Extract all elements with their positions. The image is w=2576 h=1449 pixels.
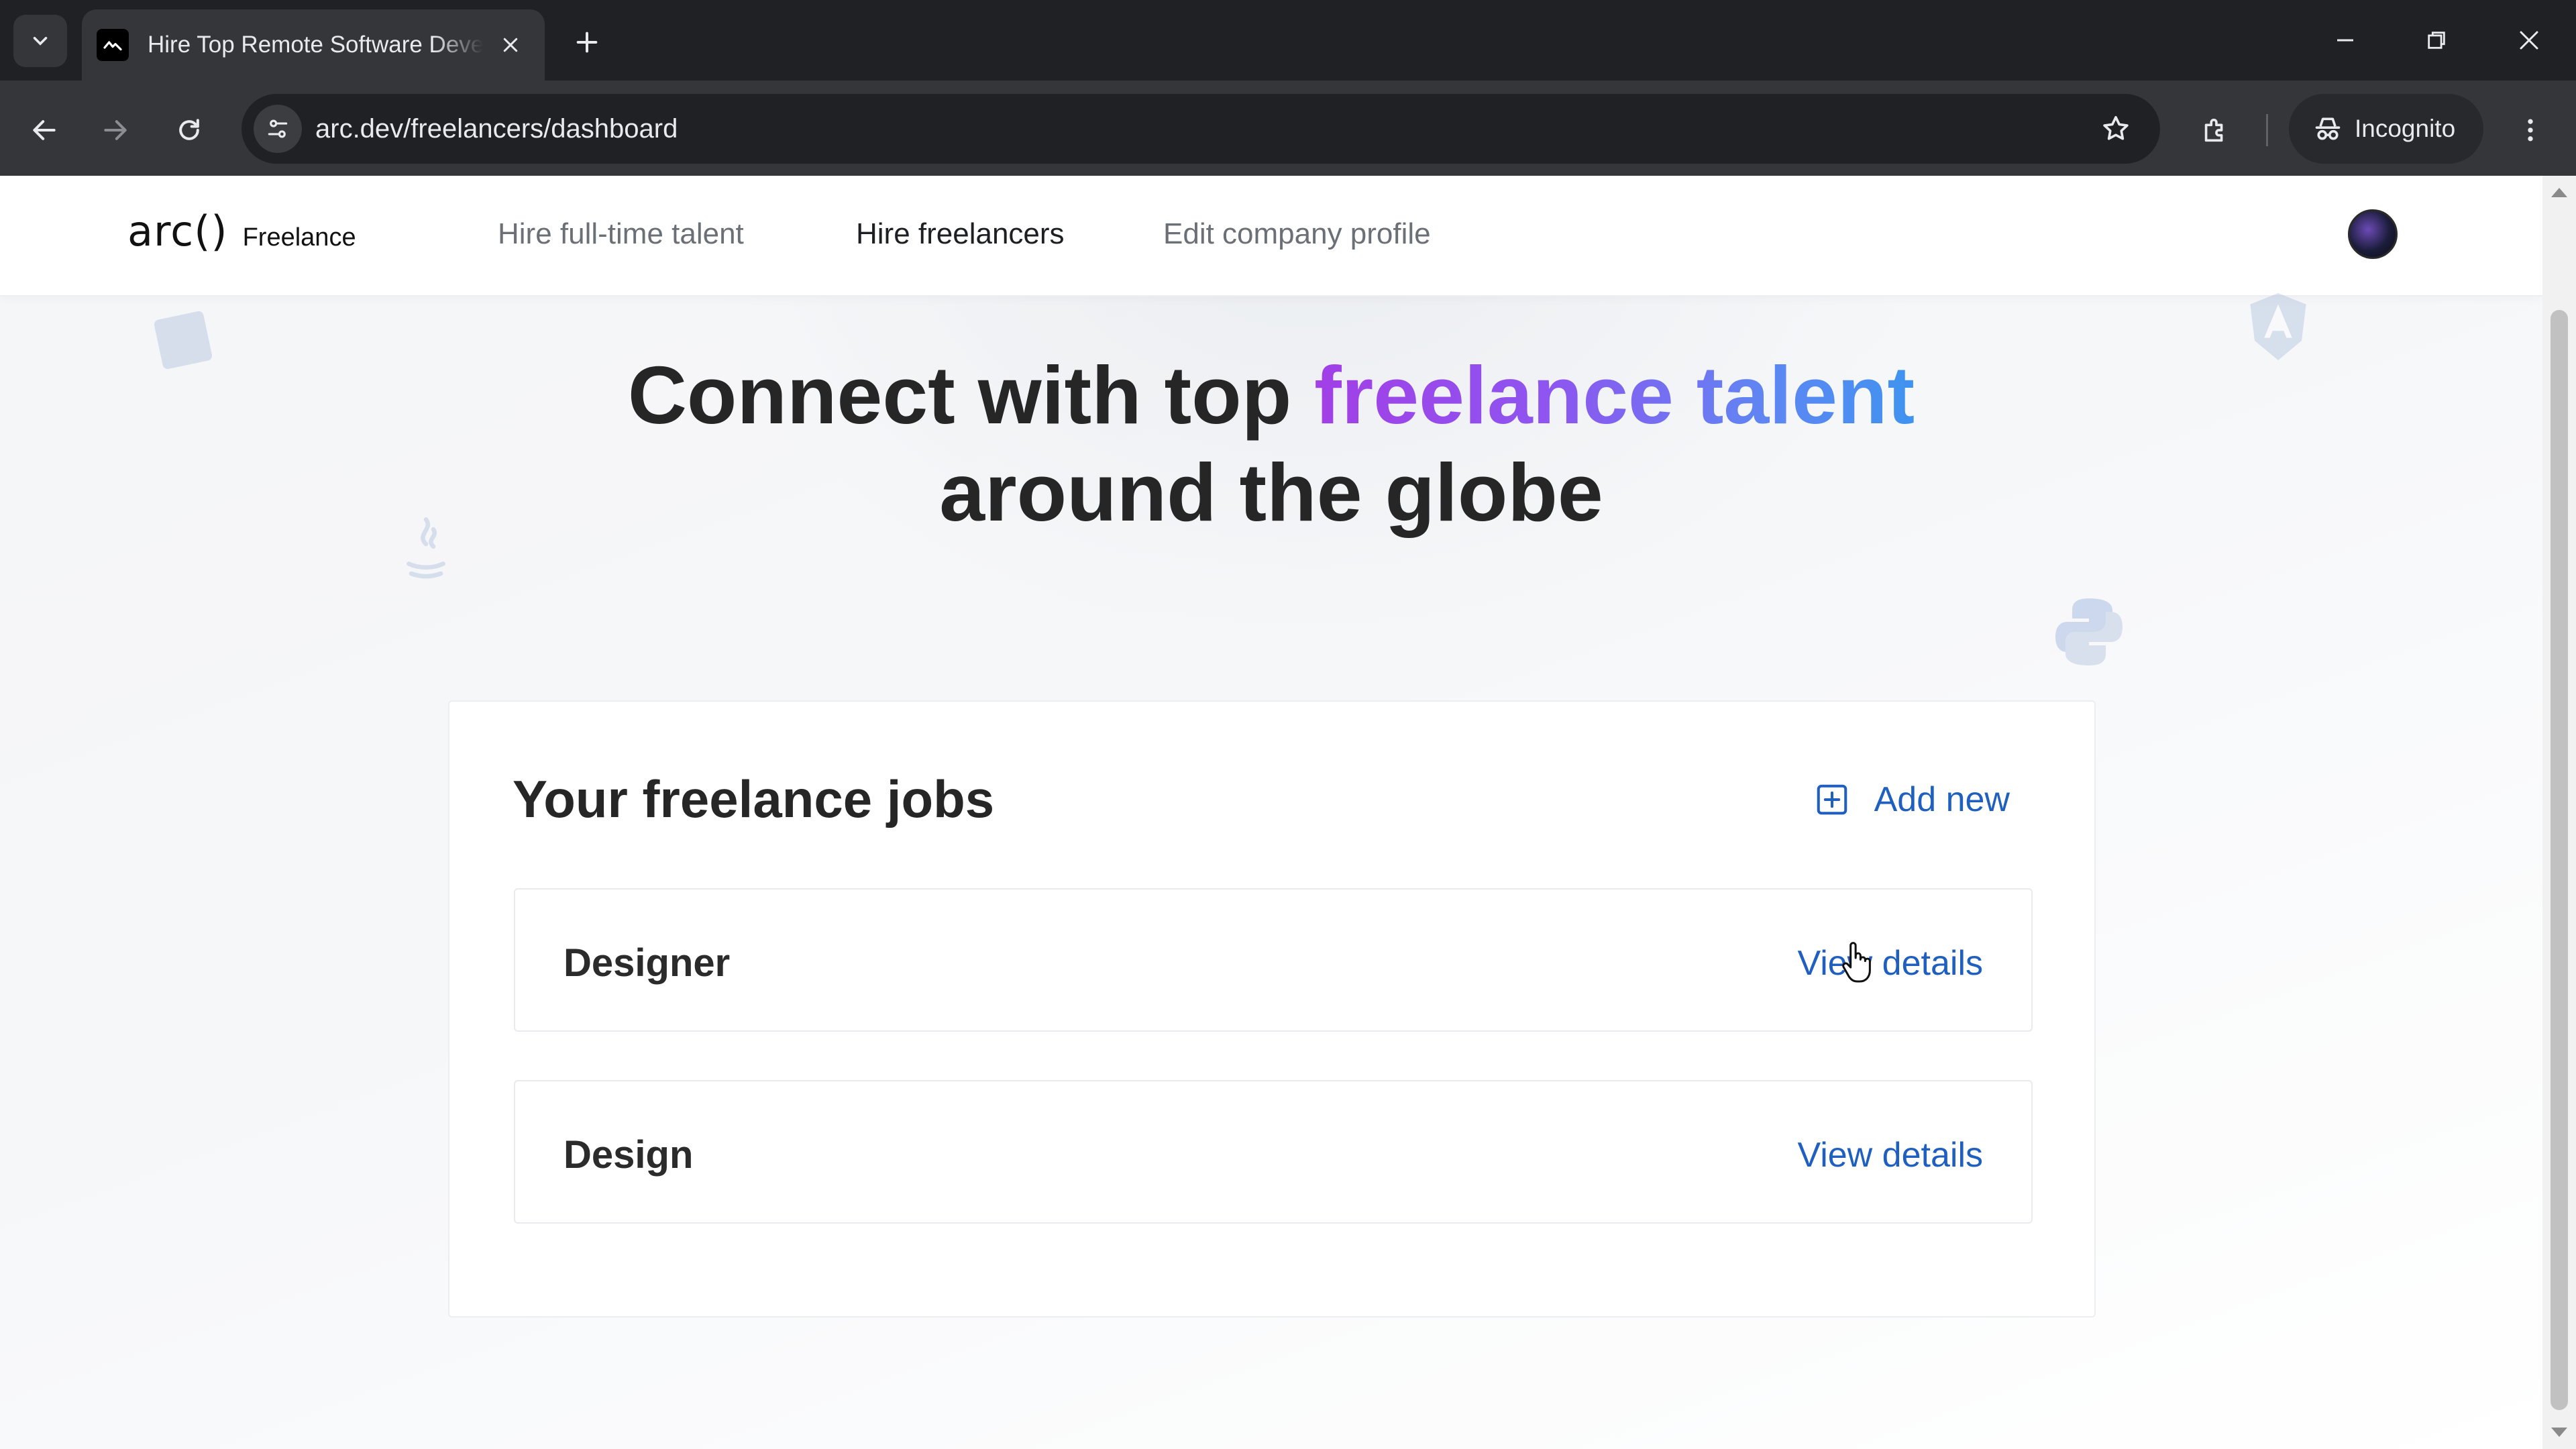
browser-toolbar: arc.dev/freelancers/dashboard Incognito: [0, 80, 2576, 176]
extensions-button[interactable]: [2188, 103, 2242, 157]
hero-highlight: freelance talent: [1314, 350, 1915, 441]
job-title: Designer: [564, 941, 731, 985]
add-new-label: Add new: [1874, 780, 2010, 819]
star-icon: [2103, 115, 2129, 140]
hero-line-1-prefix: Connect with top: [627, 350, 1315, 441]
scroll-down-arrow-icon[interactable]: [2551, 1428, 2567, 1437]
freelance-jobs-card: Your freelance jobs Add new Designer Vie…: [448, 700, 2096, 1318]
logo-mark: arc(): [127, 207, 228, 256]
job-item: Design View details: [514, 1080, 2033, 1224]
nav-hire-freelancers[interactable]: Hire freelancers: [856, 217, 1065, 251]
more-vert-icon: [2528, 119, 2533, 142]
tune-icon: [268, 119, 288, 138]
hand-cursor-icon: [1842, 942, 1871, 983]
page-viewport: arc() Freelance Hire full-time talent Hi…: [0, 176, 2542, 1449]
tab-title: Hire Top Remote Software Developers: [148, 32, 483, 58]
job-title: Design: [564, 1133, 694, 1177]
reload-icon: [179, 119, 199, 140]
browser-menu-button[interactable]: [2504, 103, 2557, 157]
arrow-right-icon: [104, 120, 127, 140]
site-logo[interactable]: arc() Freelance: [127, 207, 356, 256]
view-details-link[interactable]: View details: [1797, 943, 1983, 983]
incognito-label: Incognito: [2355, 115, 2456, 142]
python-icon: [2055, 598, 2123, 665]
toolbar-divider: [2266, 114, 2268, 146]
nav-hire-full-time[interactable]: Hire full-time talent: [498, 217, 744, 251]
browser-tab[interactable]: Hire Top Remote Software Developers: [82, 9, 545, 80]
hero-line-2: around the globe: [939, 447, 1603, 538]
incognito-profile-button[interactable]: Incognito: [2289, 94, 2483, 164]
hero-heading: Connect with top freelance talent around…: [0, 347, 2542, 541]
puzzle-icon: [2204, 118, 2223, 142]
arc-favicon-icon: [97, 29, 129, 61]
job-item: Designer View details: [514, 888, 2033, 1032]
close-icon: [2520, 31, 2538, 50]
minimize-button[interactable]: [2305, 12, 2385, 68]
incognito-icon: [2315, 117, 2341, 140]
arrow-left-icon: [33, 120, 56, 140]
hero-line-1: Connect with top freelance talent: [0, 347, 2542, 444]
back-button[interactable]: [17, 103, 71, 157]
add-box-icon: [1817, 784, 1847, 815]
avatar[interactable]: [2348, 209, 2398, 259]
site-info-button[interactable]: [254, 105, 302, 153]
new-tab-button[interactable]: [565, 20, 609, 64]
url-text: arc.dev/freelancers/dashboard: [315, 114, 678, 144]
chevron-down-icon: [33, 36, 48, 46]
plus-icon: [576, 32, 598, 53]
page-scrollbar[interactable]: [2542, 176, 2576, 1449]
card-title: Your freelance jobs: [513, 769, 995, 828]
browser-tab-strip: Hire Top Remote Software Developers: [0, 0, 2576, 80]
scrollbar-thumb[interactable]: [2551, 310, 2568, 1410]
tab-close-button[interactable]: [492, 27, 529, 63]
restore-button[interactable]: [2396, 12, 2477, 68]
address-bar[interactable]: arc.dev/freelancers/dashboard: [241, 94, 2160, 164]
reload-button[interactable]: [162, 103, 216, 157]
forward-button[interactable]: [89, 103, 142, 157]
view-details-link[interactable]: View details: [1797, 1135, 1983, 1175]
bookmark-button[interactable]: [2096, 109, 2136, 149]
scroll-up-arrow-icon[interactable]: [2551, 188, 2567, 197]
tab-search-button[interactable]: [13, 15, 67, 67]
window-close-button[interactable]: [2489, 12, 2569, 68]
close-icon: [503, 38, 518, 52]
nav-edit-company-profile[interactable]: Edit company profile: [1163, 217, 1431, 251]
restore-icon: [2428, 32, 2445, 49]
logo-subtitle: Freelance: [242, 223, 356, 252]
add-new-button[interactable]: Add new: [1814, 780, 2010, 820]
site-header: arc() Freelance Hire full-time talent Hi…: [0, 176, 2542, 297]
minimize-icon: [2337, 39, 2353, 42]
